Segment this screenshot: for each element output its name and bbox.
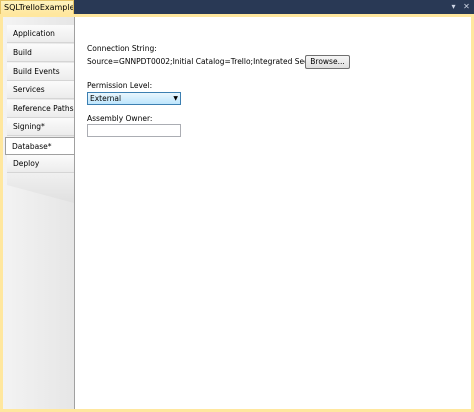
assembly-owner-input[interactable] xyxy=(87,124,181,137)
sidebar-item-label: Application xyxy=(13,29,55,38)
tab-strip xyxy=(74,0,474,14)
sidebar-item-reference-paths[interactable]: Reference Paths xyxy=(7,100,74,118)
permission-level-value: External xyxy=(90,94,122,103)
permission-level-select[interactable]: External ▼ xyxy=(87,92,181,105)
sidebar-item-application[interactable]: Application xyxy=(7,25,74,43)
sidebar-item-label: Database* xyxy=(12,142,52,151)
sidebar-item-deploy[interactable]: Deploy xyxy=(7,155,74,173)
sidebar-item-label: Services xyxy=(13,85,45,94)
sidebar-item-signing[interactable]: Signing* xyxy=(7,118,74,136)
assembly-owner-label: Assembly Owner: xyxy=(87,114,153,123)
tab-dropdown-icon[interactable]: ▾ xyxy=(449,2,458,11)
chevron-down-icon: ▼ xyxy=(173,95,178,102)
connection-string-label: Connection String: xyxy=(87,44,157,53)
sidebar-item-database[interactable]: Database* xyxy=(5,137,75,155)
sidebar-item-label: Build Events xyxy=(13,67,60,76)
sidebar-item-label: Build xyxy=(13,48,32,57)
document-tab-title: SQLTrelloExample* xyxy=(4,3,74,12)
sidebar: Application Build Build Events Services … xyxy=(3,17,75,409)
sidebar-item-services[interactable]: Services xyxy=(7,81,74,99)
window-controls: ▾ ✕ xyxy=(449,2,471,11)
database-page: Connection String: Source=GNNPDT0002;Ini… xyxy=(74,17,471,409)
document-tab[interactable]: SQLTrelloExample* xyxy=(0,0,74,14)
sidebar-item-build[interactable]: Build xyxy=(7,44,74,62)
close-icon[interactable]: ✕ xyxy=(462,2,471,11)
sidebar-item-label: Deploy xyxy=(13,159,40,168)
sidebar-item-build-events[interactable]: Build Events xyxy=(7,63,74,81)
sidebar-item-label: Reference Paths xyxy=(13,104,74,113)
sidebar-item-label: Signing* xyxy=(13,122,45,131)
browse-button[interactable]: Browse... xyxy=(305,55,350,69)
permission-level-label: Permission Level: xyxy=(87,81,153,90)
sidebar-tail xyxy=(7,173,74,203)
designer-frame: Application Build Build Events Services … xyxy=(0,14,474,412)
